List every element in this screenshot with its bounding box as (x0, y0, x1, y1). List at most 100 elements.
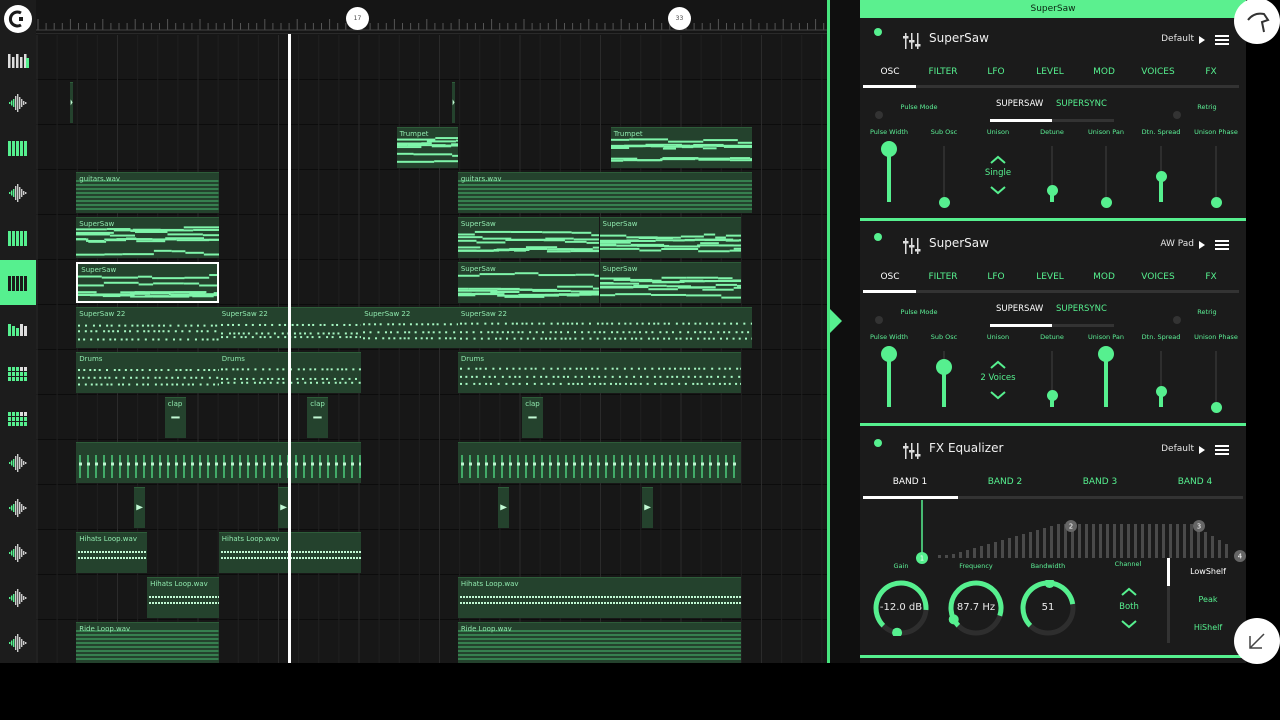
clip[interactable] (498, 487, 510, 528)
slider-handle-4[interactable] (1098, 345, 1114, 362)
track-lane-7[interactable]: Drums Drums Drums (36, 350, 827, 395)
hamburger-icon[interactable] (1214, 443, 1230, 457)
clip[interactable]: clap (307, 397, 329, 438)
slider-handle-3[interactable] (1046, 390, 1058, 402)
slider-handle-6[interactable] (1210, 401, 1222, 413)
marker-17[interactable]: 17 (346, 7, 369, 30)
tab-band-1[interactable]: BAND 1 (893, 477, 928, 487)
slider-handle-1[interactable] (936, 358, 952, 375)
tab-mod[interactable]: MOD (1093, 272, 1115, 282)
marker-33[interactable]: 33 (668, 7, 691, 30)
clip[interactable]: Ride Loop.wav (76, 622, 219, 663)
clip[interactable]: Hihats Loop.wav (457, 577, 742, 618)
tab-osc[interactable]: OSC (880, 272, 899, 282)
chevron-down-icon[interactable] (1119, 618, 1139, 630)
hamburger-icon[interactable] (1214, 238, 1230, 252)
play-arrow-icon[interactable] (1198, 35, 1206, 45)
unison-stepper[interactable]: Single (978, 150, 1018, 200)
clip[interactable]: Drums (457, 352, 742, 393)
tab-voices[interactable]: VOICES (1141, 67, 1174, 77)
track-lane-11[interactable]: Hihats Loop.wav Hihats Loop.wav (36, 530, 827, 575)
slider-handle-3[interactable] (1046, 185, 1058, 197)
track-lane-13[interactable]: Ride Loop.wav Ride Loop.wav (36, 620, 827, 663)
track-lane-9[interactable] (36, 440, 827, 485)
supersync-option[interactable]: SUPERSYNC (1056, 304, 1107, 314)
tab-fx[interactable]: FX (1205, 67, 1216, 77)
track-lane-0[interactable] (36, 35, 827, 80)
arrangement-view[interactable]: 17 33 Trumpet Trumpet guitars.wav guitars.w… (36, 0, 827, 663)
track-icon-2[interactable] (0, 125, 36, 170)
slider-handle-0[interactable] (881, 140, 897, 157)
clip[interactable]: guitars.wav (76, 172, 219, 213)
hamburger-icon[interactable] (1214, 33, 1230, 47)
slider-track-6[interactable] (1215, 351, 1217, 407)
band-marker-4[interactable]: 4 (1234, 550, 1246, 562)
clip[interactable]: clap (164, 397, 186, 438)
track-lane-1[interactable] (36, 80, 827, 125)
chevron-up-icon[interactable] (1119, 586, 1139, 598)
pulse-mode-toggle[interactable] (875, 316, 883, 324)
track-lane-10[interactable] (36, 485, 827, 530)
clip[interactable]: guitars.wav (457, 172, 753, 213)
clip[interactable] (642, 487, 654, 528)
clip[interactable]: clap (522, 397, 544, 438)
clip[interactable]: SuperSaw (76, 217, 219, 258)
retrig-toggle[interactable] (1173, 111, 1181, 119)
slider-handle-0[interactable] (881, 345, 897, 362)
clip[interactable]: SuperSaw (457, 262, 600, 303)
track-lane-12[interactable]: Hihats Loop.wav Hihats Loop.wav (36, 575, 827, 620)
track-icon-4[interactable] (0, 215, 36, 260)
tab-level[interactable]: LEVEL (1036, 272, 1064, 282)
band-marker-2[interactable]: 2 (1065, 520, 1077, 532)
track-icon-9[interactable] (0, 440, 36, 485)
track-icon-3[interactable] (0, 170, 36, 215)
supersaw-option[interactable]: SUPERSAW (996, 304, 1043, 314)
clip[interactable]: Drums (76, 352, 219, 393)
track-icon-1[interactable] (0, 80, 36, 125)
clip[interactable] (452, 82, 456, 123)
tab-osc[interactable]: OSC (880, 67, 899, 77)
clip[interactable]: SuperSaw (76, 262, 219, 303)
track-lane-3[interactable]: guitars.wav guitars.wav (36, 170, 827, 215)
supersync-option[interactable]: SUPERSYNC (1056, 99, 1107, 109)
tab-filter[interactable]: FILTER (928, 272, 957, 282)
track-icon-13[interactable] (0, 620, 36, 665)
slider-track-6[interactable] (1215, 146, 1217, 202)
channel-stepper[interactable]: Both (1114, 586, 1144, 632)
tab-lfo[interactable]: LFO (987, 67, 1004, 77)
clip[interactable]: SuperSaw 22 (361, 307, 458, 348)
track-lane-6[interactable]: SuperSaw 22 SuperSaw 22 SuperSaw 22 SuperSa… (36, 305, 827, 350)
expand-arrow-icon[interactable] (830, 306, 860, 336)
timeline-ruler[interactable]: 17 33 (36, 0, 827, 34)
filter-type-0[interactable]: LowShelf (1190, 567, 1226, 576)
play-arrow-icon[interactable] (1198, 240, 1206, 250)
track-icon-8[interactable] (0, 395, 36, 440)
band-marker-1[interactable]: 1 (916, 552, 928, 564)
corner-button-bottom[interactable] (1234, 618, 1280, 664)
band-marker-3[interactable]: 3 (1193, 520, 1205, 532)
tab-fx[interactable]: FX (1205, 272, 1216, 282)
preset-name[interactable]: AW Pad (1160, 239, 1194, 249)
power-indicator[interactable] (874, 233, 882, 241)
tab-filter[interactable]: FILTER (928, 67, 957, 77)
slider-handle-1[interactable] (938, 196, 950, 208)
play-arrow-icon[interactable] (1198, 445, 1206, 455)
track-icon-11[interactable] (0, 530, 36, 575)
track-icon-0[interactable] (0, 35, 36, 80)
slider-handle-5[interactable] (1155, 170, 1167, 182)
track-lane-4[interactable]: SuperSaw SuperSaw SuperSaw (36, 215, 827, 260)
power-indicator[interactable] (874, 28, 882, 36)
chevron-up-icon[interactable] (988, 154, 1008, 166)
eq-curve[interactable]: 1 2 3 4 (860, 500, 1246, 570)
track-lane-5[interactable]: SuperSaw SuperSaw SuperSaw (36, 260, 827, 305)
tab-lfo[interactable]: LFO (987, 272, 1004, 282)
tab-voices[interactable]: VOICES (1141, 272, 1174, 282)
track-icon-5[interactable] (0, 260, 36, 305)
slider-handle-6[interactable] (1210, 196, 1222, 208)
knob-gain[interactable]: -12.0 dB (873, 580, 929, 638)
clip[interactable]: Ride Loop.wav (457, 622, 742, 663)
filter-type-2[interactable]: HiShelf (1194, 623, 1222, 632)
power-indicator[interactable] (874, 439, 882, 447)
playhead[interactable] (288, 34, 291, 663)
tab-band-2[interactable]: BAND 2 (988, 477, 1023, 487)
